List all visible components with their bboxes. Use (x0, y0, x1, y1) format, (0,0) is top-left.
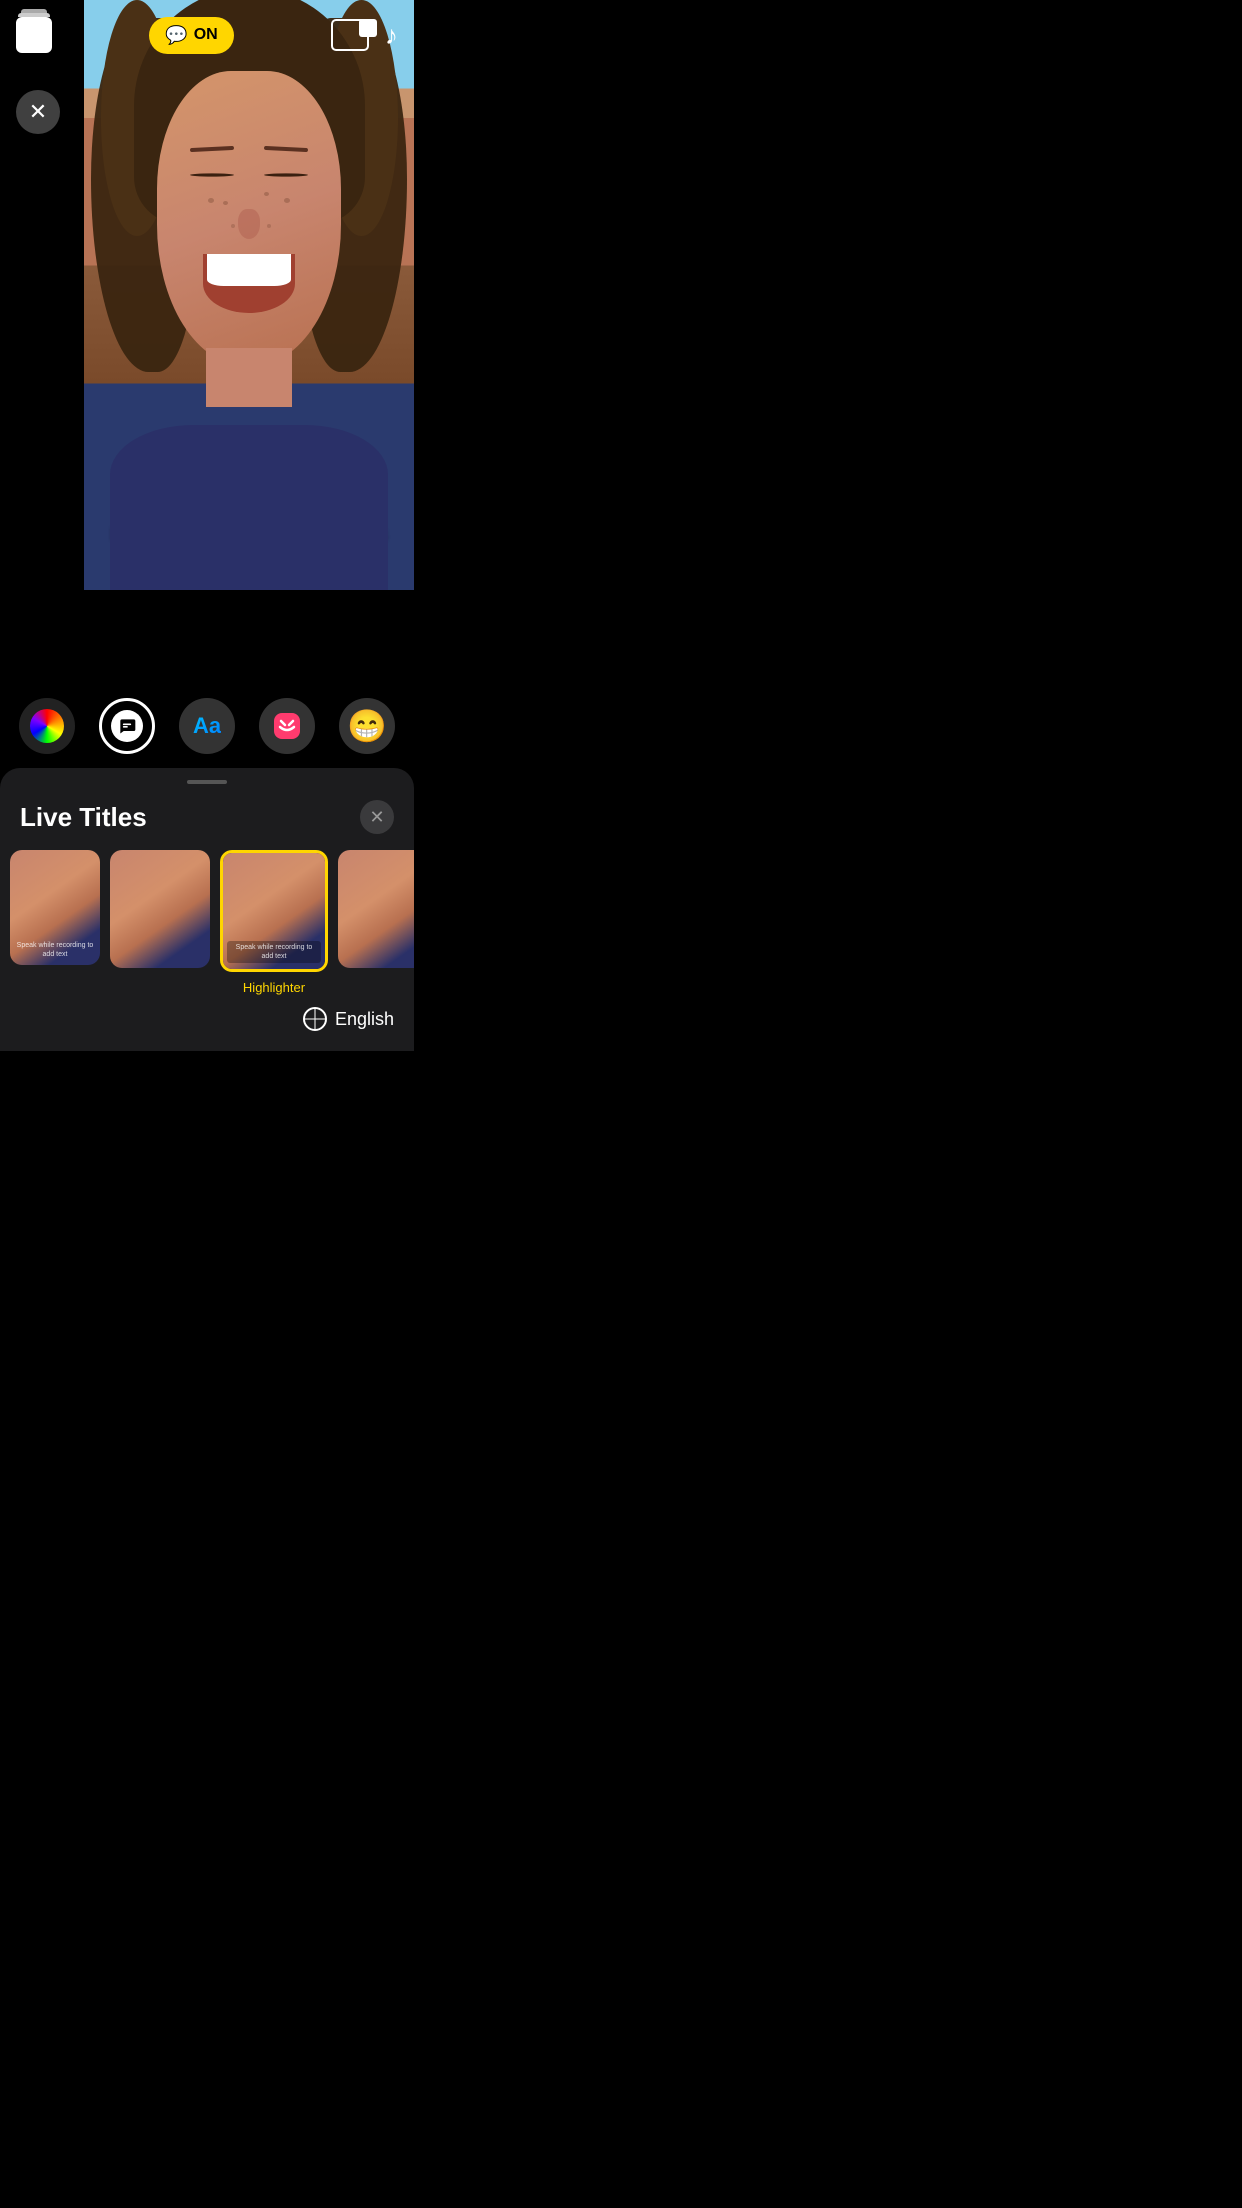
panel-title: Live Titles (20, 802, 147, 833)
freckle-4 (284, 198, 290, 203)
person-overlay (84, 0, 414, 590)
text-tool-button[interactable]: Aa (179, 698, 235, 754)
eye-left (190, 173, 234, 176)
emoji-icon: 😁 (347, 710, 387, 742)
text-tool-label: Aa (193, 713, 221, 739)
teeth (207, 254, 290, 286)
stacks-icon[interactable] (16, 17, 52, 53)
face (157, 71, 342, 366)
eyebrow-right (264, 146, 308, 152)
toolbar-center: 💬 ON (149, 17, 233, 54)
thumbnail-label-3: Highlighter (243, 980, 305, 995)
eyebrow-left (190, 146, 234, 152)
panel-handle[interactable] (187, 780, 227, 784)
toolbar-left (16, 17, 52, 53)
color-tool-button[interactable] (19, 698, 75, 754)
caption-bubble-icon: 💬 (165, 25, 187, 46)
thumbnail-image-4 (338, 850, 414, 968)
close-button[interactable]: ✕ (16, 90, 60, 134)
thumb-caption-1: Speak while recording to add text (14, 941, 96, 959)
thumbnail-image-3: Speak while recording to add text (220, 850, 328, 972)
thumb-face-4 (338, 850, 414, 968)
thumbnail-item-2[interactable] (110, 850, 210, 995)
thumbnail-item-1[interactable]: Speak while recording to add text (10, 850, 100, 995)
caption-toggle-label: ON (194, 26, 218, 44)
photo-frame-icon (331, 19, 369, 51)
language-bar: English (0, 995, 414, 1051)
panel-header: Live Titles ✕ (0, 800, 414, 850)
globe-icon (303, 1007, 327, 1031)
thumb-face-2 (110, 850, 210, 968)
neck (206, 348, 292, 407)
live-titles-panel: Live Titles ✕ Speak while recording to a… (0, 768, 414, 1051)
panel-close-icon: ✕ (369, 807, 384, 828)
close-icon: ✕ (29, 101, 47, 123)
freckle-1 (208, 198, 214, 203)
freckle-3 (264, 192, 269, 196)
music-button[interactable]: ♪ (385, 22, 398, 48)
top-toolbar: 💬 ON ♪ (0, 0, 414, 70)
emoji-tool-button[interactable]: 😁 (339, 698, 395, 754)
mouth (203, 254, 295, 313)
toolbar-right: ♪ (331, 19, 398, 51)
caption-toggle-button[interactable]: 💬 ON (149, 17, 233, 54)
photo-library-button[interactable] (331, 19, 369, 51)
caption-tool-button[interactable] (99, 698, 155, 754)
sticker-tool-button[interactable] (259, 698, 315, 754)
nose (238, 209, 260, 239)
freckle-5 (231, 224, 235, 228)
thumbnail-item-4[interactable] (338, 850, 414, 995)
bottom-toolbar: Aa 😁 (0, 680, 414, 768)
caption-tool-icon (111, 710, 143, 742)
thumbnail-item-3[interactable]: Speak while recording to add text Highli… (220, 850, 328, 995)
thumbnails-row: Speak while recording to add text Speak … (0, 850, 414, 995)
color-wheel-icon (30, 709, 64, 743)
language-label: English (335, 1009, 394, 1030)
video-preview: We are having a great time at the beach … (84, 0, 414, 590)
thumb-speak-3: Speak while recording to add text (227, 941, 321, 963)
sticker-icon (270, 709, 304, 743)
thumbnail-image-1: Speak while recording to add text (10, 850, 100, 965)
message-bubble-icon (117, 716, 137, 736)
panel-close-button[interactable]: ✕ (360, 800, 394, 834)
body (110, 425, 387, 590)
thumbnail-image-2 (110, 850, 210, 968)
freckle-6 (267, 224, 271, 228)
eye-right (264, 173, 308, 176)
language-button[interactable]: English (303, 1007, 394, 1031)
freckle-2 (223, 201, 228, 205)
